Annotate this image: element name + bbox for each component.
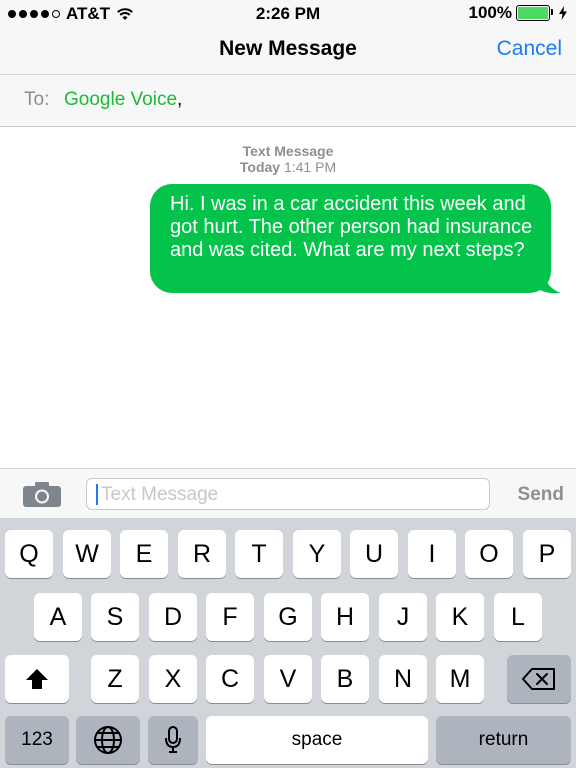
key-c[interactable]: C: [206, 655, 254, 703]
page-title: New Message: [219, 37, 357, 60]
globe-key[interactable]: [76, 716, 140, 764]
cancel-button[interactable]: Cancel: [497, 37, 562, 61]
key-r[interactable]: R: [178, 530, 226, 578]
status-right: 100%: [469, 3, 568, 23]
key-j[interactable]: J: [379, 593, 427, 641]
key-l[interactable]: L: [494, 593, 542, 641]
delete-key[interactable]: [507, 655, 571, 703]
space-key[interactable]: space: [206, 716, 428, 764]
keyboard: Q W E R T Y U I O P A S D F G H J K L Z …: [0, 518, 576, 768]
key-z[interactable]: Z: [91, 655, 139, 703]
key-n[interactable]: N: [379, 655, 427, 703]
to-label: To:: [24, 89, 50, 110]
message-input[interactable]: Text Message: [86, 478, 490, 510]
key-b[interactable]: B: [321, 655, 369, 703]
message-placeholder: Text Message: [101, 484, 219, 505]
key-e[interactable]: E: [120, 530, 168, 578]
key-s[interactable]: S: [91, 593, 139, 641]
key-x[interactable]: X: [149, 655, 197, 703]
key-f[interactable]: F: [206, 593, 254, 641]
camera-icon[interactable]: [22, 482, 62, 508]
recipient-chip[interactable]: Google Voice,: [64, 89, 182, 111]
recipient-separator: ,: [177, 89, 183, 110]
battery-level: [518, 7, 548, 19]
message-meta: Text Message Today 1:41 PM: [0, 143, 576, 175]
key-q[interactable]: Q: [5, 530, 53, 578]
recipient-field[interactable]: To: Google Voice,: [0, 74, 576, 127]
key-t[interactable]: T: [235, 530, 283, 578]
message-time: 1:41 PM: [283, 159, 337, 175]
key-g[interactable]: G: [264, 593, 312, 641]
shift-icon: [26, 669, 48, 689]
key-v[interactable]: V: [264, 655, 312, 703]
key-o[interactable]: O: [465, 530, 513, 578]
numbers-key[interactable]: 123: [5, 716, 69, 764]
return-key[interactable]: return: [436, 716, 571, 764]
message-service-label: Text Message: [242, 143, 334, 159]
sent-message-bubble[interactable]: Hi. I was in a car accident this week an…: [150, 184, 551, 293]
message-thread: Text Message Today 1:41 PM Hi. I was in …: [0, 127, 576, 468]
delete-icon: [522, 668, 555, 690]
bubble-tail: [533, 273, 561, 294]
send-button[interactable]: Send: [518, 484, 564, 506]
key-a[interactable]: A: [34, 593, 82, 641]
globe-icon: [94, 726, 122, 754]
charging-icon: [559, 6, 567, 20]
navigation-bar: New Message Cancel: [0, 26, 576, 74]
shift-key[interactable]: [5, 655, 69, 703]
microphone-icon: [165, 726, 181, 753]
text-cursor: [96, 484, 98, 505]
status-bar: AT&T 2:26 PM 100%: [0, 0, 576, 26]
key-k[interactable]: K: [436, 593, 484, 641]
dictation-key[interactable]: [148, 716, 198, 764]
battery-percent: 100%: [468, 3, 512, 22]
recipient-name: Google Voice: [64, 89, 178, 110]
key-d[interactable]: D: [149, 593, 197, 641]
key-p[interactable]: P: [523, 530, 571, 578]
key-u[interactable]: U: [350, 530, 398, 578]
key-w[interactable]: W: [63, 530, 111, 578]
key-i[interactable]: I: [408, 530, 456, 578]
message-day: Today: [239, 159, 281, 175]
compose-bar: Text Message Send: [0, 468, 576, 518]
battery-icon: [516, 5, 553, 21]
key-h[interactable]: H: [321, 593, 369, 641]
key-y[interactable]: Y: [293, 530, 341, 578]
key-m[interactable]: M: [436, 655, 484, 703]
